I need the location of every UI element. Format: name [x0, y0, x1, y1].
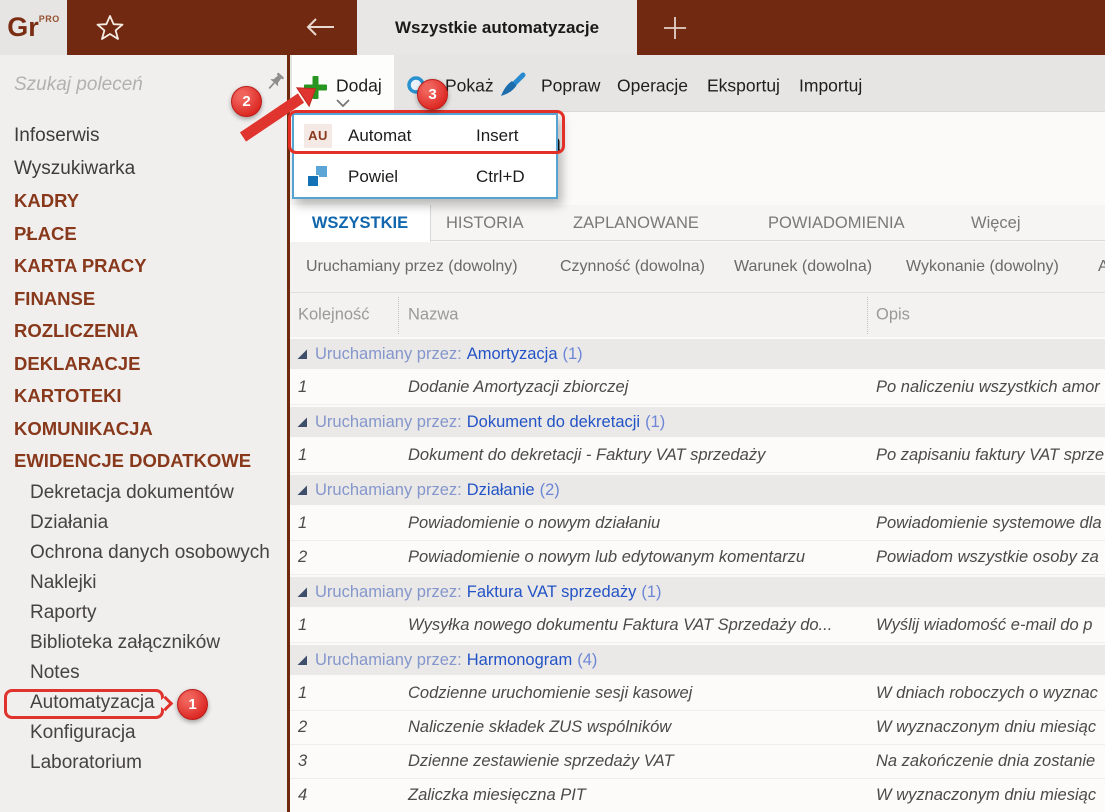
- table-row[interactable]: 1 Codzienne uruchomienie sesji kasowej W…: [290, 677, 1105, 711]
- sidebar-item-place[interactable]: PŁACE: [0, 218, 284, 251]
- import-button[interactable]: Importuj: [799, 76, 862, 97]
- sidebar-item-kadry[interactable]: KADRY: [0, 185, 284, 218]
- column-header-opis[interactable]: Opis: [876, 306, 910, 325]
- window-tab-title: Wszystkie automatyzacje: [395, 18, 599, 38]
- logo-text: GrPRO: [7, 14, 60, 41]
- menu-item-powiel[interactable]: Powiel Ctrl+D: [294, 156, 556, 197]
- column-header-nazwa[interactable]: Nazwa: [408, 306, 458, 325]
- content-divider: [287, 55, 290, 812]
- sidebar: Infoserwis Wyszukiwarka KADRY PŁACE KART…: [0, 55, 287, 812]
- group-collapse-icon[interactable]: [297, 587, 308, 598]
- sidebar-item-deklaracje[interactable]: DEKLARACJE: [0, 348, 284, 381]
- back-arrow-icon[interactable]: [303, 17, 337, 37]
- sidebar-item-laboratorium[interactable]: Laboratorium: [0, 748, 284, 778]
- edit-brush-icon: [498, 71, 526, 99]
- add-dropdown-menu: AU Automat Insert Powiel Ctrl+D: [292, 113, 558, 199]
- new-tab-plus-icon[interactable]: [663, 16, 687, 40]
- table-row[interactable]: 2 Powiadomienie o nowym lub edytowanym k…: [290, 541, 1105, 575]
- group-collapse-icon[interactable]: [297, 485, 308, 496]
- search-input[interactable]: [12, 70, 237, 100]
- group-collapse-icon[interactable]: [297, 655, 308, 666]
- sidebar-item-finanse[interactable]: FINANSE: [0, 283, 284, 316]
- automat-icon: AU: [304, 124, 332, 148]
- tab-wiecej[interactable]: Więcej: [971, 205, 1021, 241]
- filter-wykonanie[interactable]: Wykonanie (dowolny): [906, 258, 1059, 276]
- group-collapse-icon[interactable]: [297, 417, 308, 428]
- sidebar-item-raporty[interactable]: Raporty: [0, 598, 284, 628]
- annotation-step-3-badge: 3: [417, 79, 448, 110]
- sidebar-item-automatyzacja[interactable]: Automatyzacja: [0, 688, 284, 718]
- sidebar-item-komunikacja[interactable]: KOMUNIKACJA: [0, 413, 284, 446]
- menu-item-automat[interactable]: AU Automat Insert: [294, 115, 556, 156]
- group-row[interactable]: Uruchamiany przez: Faktura VAT sprzedaży…: [290, 575, 1105, 609]
- sidebar-item-kartoteki[interactable]: KARTOTEKI: [0, 380, 284, 413]
- table-row[interactable]: 2 Naliczenie składek ZUS wspólników W wy…: [290, 711, 1105, 745]
- table-body: Uruchamiany przez: Amortyzacja (1) 1 Dod…: [290, 337, 1105, 812]
- edit-button[interactable]: Popraw: [541, 76, 600, 97]
- chevron-down-icon: [336, 99, 350, 107]
- tab-zaplanowane[interactable]: ZAPLANOWANE: [573, 205, 699, 241]
- sidebar-item-naklejki[interactable]: Naklejki: [0, 568, 284, 598]
- table-row[interactable]: 1 Powiadomienie o nowym działaniu Powiad…: [290, 507, 1105, 541]
- group-row[interactable]: Uruchamiany przez: Działanie (2): [290, 473, 1105, 507]
- filter-czynnosc[interactable]: Czynność (dowolna): [560, 258, 705, 276]
- sidebar-item-konfiguracja[interactable]: Konfiguracja: [0, 718, 284, 748]
- logo-pro-badge: PRO: [39, 14, 60, 24]
- view-tabs: WSZYSTKIE HISTORIA ZAPLANOWANE POWIADOMI…: [290, 205, 1105, 241]
- sidebar-item-rozliczenia[interactable]: ROZLICZENIA: [0, 315, 284, 348]
- group-row[interactable]: Uruchamiany przez: Amortyzacja (1): [290, 337, 1105, 371]
- export-button[interactable]: Eksportuj: [707, 76, 780, 97]
- column-header-kolejnosc[interactable]: Kolejność: [298, 306, 370, 325]
- sidebar-nav: Infoserwis Wyszukiwarka KADRY PŁACE KART…: [0, 120, 284, 778]
- sidebar-item-biblioteka-zalacznikow[interactable]: Biblioteka załączników: [0, 628, 284, 658]
- tab-historia[interactable]: HISTORIA: [446, 205, 524, 241]
- tab-powiadomienia[interactable]: POWIADOMIENIA: [768, 205, 905, 241]
- show-button[interactable]: Pokaż: [445, 76, 494, 97]
- add-button[interactable]: Dodaj: [292, 55, 394, 112]
- table-row[interactable]: 3 Dzienne zestawienie sprzedaży VAT Na z…: [290, 745, 1105, 779]
- pin-icon[interactable]: [264, 71, 286, 93]
- column-separator: [867, 297, 868, 334]
- operations-button[interactable]: Operacje: [617, 76, 688, 97]
- group-row[interactable]: Uruchamiany przez: Dokument do dekretacj…: [290, 405, 1105, 439]
- column-separator: [398, 297, 399, 334]
- sidebar-item-wyszukiwarka[interactable]: Wyszukiwarka: [0, 153, 284, 186]
- table-row[interactable]: 1 Dokument do dekretacji - Faktury VAT s…: [290, 439, 1105, 473]
- app-logo[interactable]: GrPRO: [0, 0, 67, 55]
- annotation-step-2-badge: 2: [231, 86, 262, 117]
- sidebar-item-karta-pracy[interactable]: KARTA PRACY: [0, 250, 284, 283]
- duplicate-icon: [306, 166, 328, 188]
- sidebar-item-notes[interactable]: Notes: [0, 658, 284, 688]
- window-tab[interactable]: Wszystkie automatyzacje: [357, 0, 637, 55]
- table-row[interactable]: 1 Dodanie Amortyzacji zbiorczej Po nalic…: [290, 371, 1105, 405]
- filter-uruchamiany-przez[interactable]: Uruchamiany przez (dowolny): [306, 258, 518, 276]
- sidebar-item-dekretacja-dokumentow[interactable]: Dekretacja dokumentów: [0, 478, 284, 508]
- title-bar: Wszystkie automatyzacje: [67, 0, 1105, 55]
- sidebar-item-ewidencje-dodatkowe[interactable]: EWIDENCJE DODATKOWE: [0, 445, 284, 478]
- sidebar-item-ochrona-danych-osobowych[interactable]: Ochrona danych osobowych: [0, 538, 284, 568]
- filter-truncated[interactable]: A: [1098, 258, 1105, 276]
- table-header: Kolejność Nazwa Opis: [290, 292, 1105, 337]
- app-window: GrPRO Wszystkie automatyzacje Infose: [0, 0, 1105, 812]
- tab-wszystkie[interactable]: WSZYSTKIE: [290, 205, 431, 242]
- table-row[interactable]: 4 Zaliczka miesięczna PIT W wyznaczonym …: [290, 779, 1105, 812]
- add-plus-icon: [304, 76, 327, 99]
- sidebar-item-dzialania[interactable]: Działania: [0, 508, 284, 538]
- group-collapse-icon[interactable]: [297, 349, 308, 360]
- table-row[interactable]: 1 Wysyłka nowego dokumentu Faktura VAT S…: [290, 609, 1105, 643]
- sidebar-item-infoserwis[interactable]: Infoserwis: [0, 120, 284, 153]
- group-row[interactable]: Uruchamiany przez: Harmonogram (4): [290, 643, 1105, 677]
- add-button-label: Dodaj: [336, 76, 382, 97]
- filter-bar: Uruchamiany przez (dowolny) Czynność (do…: [290, 242, 1105, 292]
- annotation-step-1-badge: 1: [177, 689, 208, 720]
- filter-warunek[interactable]: Warunek (dowolna): [734, 258, 872, 276]
- toolbar: Dodaj Pokaż Popraw Operacje Eksportuj Im…: [290, 55, 1105, 112]
- favorites-star-icon[interactable]: [95, 13, 125, 43]
